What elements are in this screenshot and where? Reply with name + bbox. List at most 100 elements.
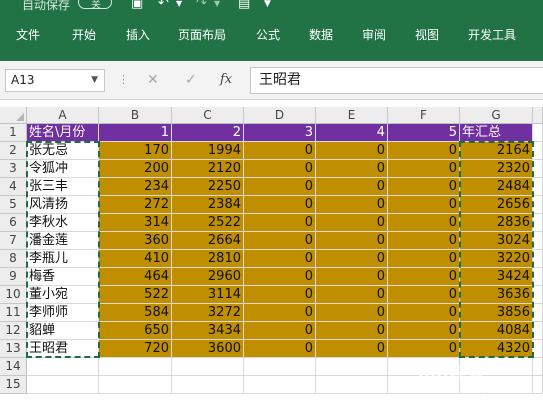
cell-e11[interactable]: 0: [316, 304, 388, 322]
cell-h10[interactable]: [533, 286, 543, 304]
cell-h14[interactable]: [533, 358, 543, 376]
customize-qat-icon[interactable]: ▼: [264, 0, 271, 11]
cell-f13[interactable]: 0: [388, 340, 460, 358]
cell-d11[interactable]: 0: [244, 304, 316, 322]
tab-review[interactable]: 审阅: [362, 23, 386, 47]
cell-c6[interactable]: 2522: [172, 214, 244, 232]
select-all-button[interactable]: [0, 107, 27, 124]
row-header-10[interactable]: 10: [0, 286, 27, 304]
cell-e10[interactable]: 0: [316, 286, 388, 304]
cell-h1[interactable]: [533, 124, 543, 142]
cell-e9[interactable]: 0: [316, 268, 388, 286]
row-header-15[interactable]: 15: [0, 376, 27, 394]
cell-e2[interactable]: 0: [316, 142, 388, 160]
column-header-f[interactable]: F: [388, 107, 460, 124]
cell-a4[interactable]: 张三丰: [27, 178, 99, 196]
cell-f9[interactable]: 0: [388, 268, 460, 286]
tab-formulas[interactable]: 公式: [256, 23, 280, 47]
cell-h8[interactable]: [533, 250, 543, 268]
cell-e12[interactable]: 0: [316, 322, 388, 340]
cell-d14[interactable]: [244, 358, 316, 376]
row-header-13[interactable]: 13: [0, 340, 27, 358]
cell-f8[interactable]: 0: [388, 250, 460, 268]
redo-icon[interactable]: ↷: [196, 0, 207, 11]
row-header-4[interactable]: 4: [0, 178, 27, 196]
tab-page-layout[interactable]: 页面布局: [178, 23, 226, 47]
cell-g6[interactable]: 2836: [460, 214, 533, 232]
cell-e14[interactable]: [316, 358, 388, 376]
cell-h2[interactable]: [533, 142, 543, 160]
cell-g11[interactable]: 3856: [460, 304, 533, 322]
cell-c11[interactable]: 3272: [172, 304, 244, 322]
cell-a10[interactable]: 董小宛: [27, 286, 99, 304]
tab-developer[interactable]: 开发工具: [468, 23, 516, 47]
cell-b14[interactable]: [99, 358, 172, 376]
cell-a8[interactable]: 李瓶儿: [27, 250, 99, 268]
cell-a11[interactable]: 李师师: [27, 304, 99, 322]
cell-h4[interactable]: [533, 178, 543, 196]
cell-d6[interactable]: 0: [244, 214, 316, 232]
cell-h15[interactable]: [533, 376, 543, 394]
chevron-down-icon[interactable]: ▼: [91, 70, 98, 91]
insert-function-icon[interactable]: fx: [220, 70, 232, 90]
cell-e7[interactable]: 0: [316, 232, 388, 250]
cell-c1[interactable]: 2: [172, 124, 244, 142]
cell-b6[interactable]: 314: [99, 214, 172, 232]
column-header-e[interactable]: E: [316, 107, 388, 124]
cell-d7[interactable]: 0: [244, 232, 316, 250]
tab-view[interactable]: 视图: [415, 23, 439, 47]
undo-dropdown-icon[interactable]: ▼: [176, 0, 182, 11]
undo-icon[interactable]: ↶: [158, 0, 169, 11]
cell-g13[interactable]: 4320: [460, 340, 533, 358]
cell-e6[interactable]: 0: [316, 214, 388, 232]
cell-e3[interactable]: 0: [316, 160, 388, 178]
cell-d9[interactable]: 0: [244, 268, 316, 286]
cell-a7[interactable]: 潘金莲: [27, 232, 99, 250]
cell-d5[interactable]: 0: [244, 196, 316, 214]
cell-f2[interactable]: 0: [388, 142, 460, 160]
tab-file[interactable]: 文件: [16, 23, 40, 47]
cell-e15[interactable]: [316, 376, 388, 394]
cell-f5[interactable]: 0: [388, 196, 460, 214]
tab-home[interactable]: 开始: [72, 23, 96, 47]
cell-c7[interactable]: 2664: [172, 232, 244, 250]
cell-b11[interactable]: 584: [99, 304, 172, 322]
cell-c12[interactable]: 3434: [172, 322, 244, 340]
redo-dropdown-icon[interactable]: ▼: [214, 0, 220, 11]
cell-b7[interactable]: 360: [99, 232, 172, 250]
cell-a13[interactable]: 王昭君: [27, 340, 99, 358]
cell-b2[interactable]: 170: [99, 142, 172, 160]
row-header-12[interactable]: 12: [0, 322, 27, 340]
cell-g4[interactable]: 2484: [460, 178, 533, 196]
cell-h11[interactable]: [533, 304, 543, 322]
cell-b10[interactable]: 522: [99, 286, 172, 304]
cell-c10[interactable]: 3114: [172, 286, 244, 304]
formula-input[interactable]: 王昭君: [250, 67, 543, 94]
cell-e13[interactable]: 0: [316, 340, 388, 358]
cell-h6[interactable]: [533, 214, 543, 232]
row-header-6[interactable]: 6: [0, 214, 27, 232]
column-header-d[interactable]: D: [244, 107, 316, 124]
cell-e8[interactable]: 0: [316, 250, 388, 268]
row-header-8[interactable]: 8: [0, 250, 27, 268]
cell-e1[interactable]: 4: [316, 124, 388, 142]
cell-g5[interactable]: 2656: [460, 196, 533, 214]
cell-d8[interactable]: 0: [244, 250, 316, 268]
cell-h5[interactable]: [533, 196, 543, 214]
cell-c8[interactable]: 2810: [172, 250, 244, 268]
row-header-3[interactable]: 3: [0, 160, 27, 178]
name-box[interactable]: A13 ▼: [5, 69, 105, 92]
column-header-c[interactable]: C: [172, 107, 244, 124]
cell-g7[interactable]: 3024: [460, 232, 533, 250]
row-header-2[interactable]: 2: [0, 142, 27, 160]
cell-g1[interactable]: 年汇总: [460, 124, 533, 142]
cell-b4[interactable]: 234: [99, 178, 172, 196]
cell-b15[interactable]: [99, 376, 172, 394]
cell-b12[interactable]: 650: [99, 322, 172, 340]
column-header-h[interactable]: [533, 107, 543, 124]
autosave-toggle[interactable]: 关: [78, 0, 112, 11]
cell-c4[interactable]: 2250: [172, 178, 244, 196]
cell-d15[interactable]: [244, 376, 316, 394]
cell-h3[interactable]: [533, 160, 543, 178]
cell-d4[interactable]: 0: [244, 178, 316, 196]
